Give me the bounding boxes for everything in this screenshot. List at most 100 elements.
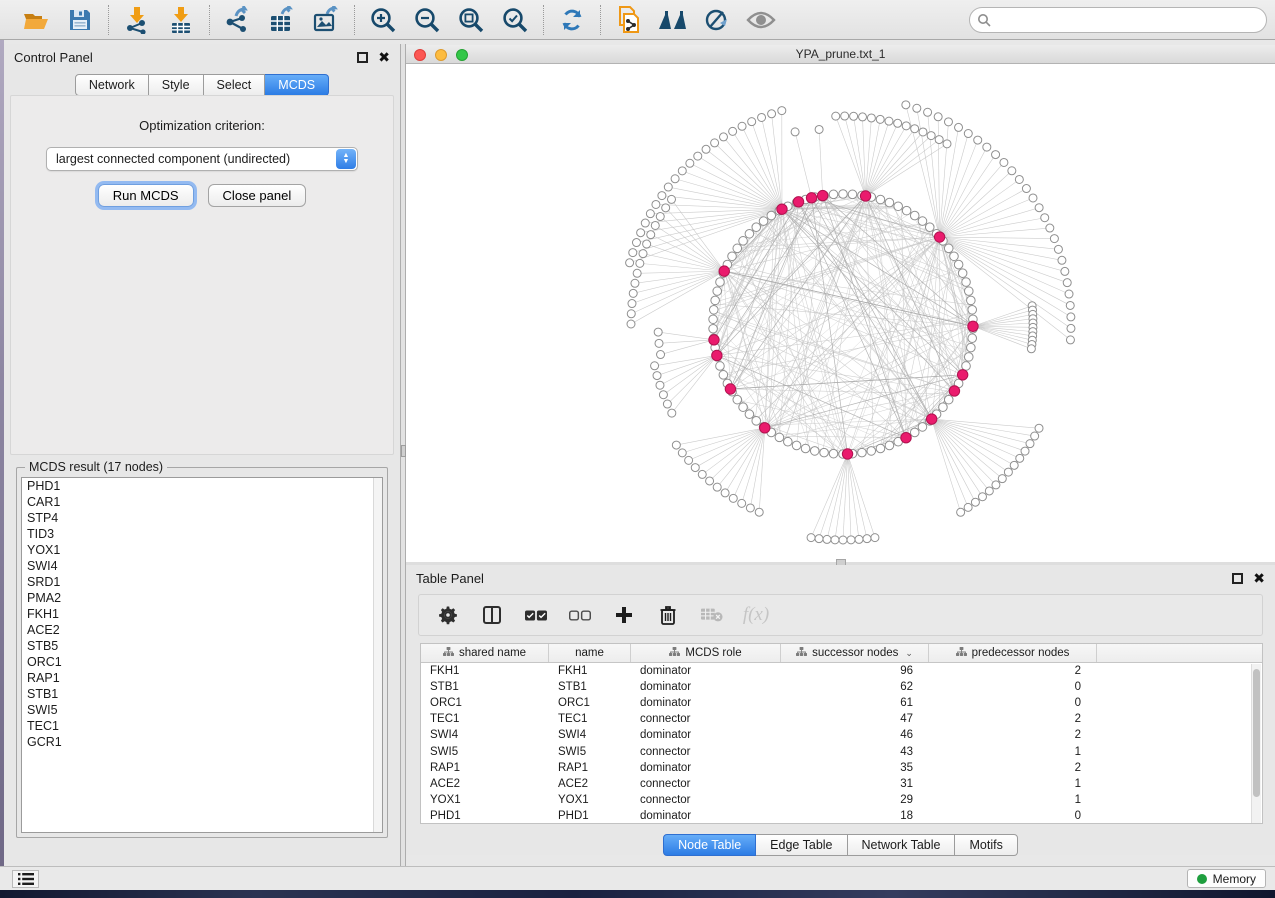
clone-network-icon[interactable] [614,5,644,35]
mcds-result-item[interactable]: TEC1 [22,718,382,734]
add-column-icon[interactable] [613,604,635,626]
mcds-result-item[interactable]: PMA2 [22,590,382,606]
mcds-result-item[interactable]: YOX1 [22,542,382,558]
tab-network-table[interactable]: Network Table [848,834,956,856]
table-row[interactable]: ACE2ACE2connector311 [421,776,1262,792]
mcds-result-item[interactable]: RAP1 [22,670,382,686]
export-table-icon[interactable] [267,5,297,35]
tab-network[interactable]: Network [75,74,149,96]
float-panel-icon[interactable] [1232,573,1243,584]
mcds-result-item[interactable]: STB1 [22,686,382,702]
delete-icon[interactable] [657,604,679,626]
open-file-icon[interactable] [21,5,51,35]
application-window: Control Panel ✖ NetworkStyleSelectMCDS O… [0,0,1275,898]
memory-button[interactable]: Memory [1187,869,1266,888]
column-header-MCDS-role[interactable]: MCDS role [631,644,781,662]
zoom-fit-icon[interactable] [456,5,486,35]
memory-label: Memory [1213,872,1256,886]
cell-shared_name: ORC1 [421,697,549,709]
table-row[interactable]: TEC1TEC1connector472 [421,711,1262,727]
zoom-selected-icon[interactable] [500,5,530,35]
mcds-result-item[interactable]: SWI5 [22,702,382,718]
close-panel-button[interactable]: Close panel [208,184,307,207]
mcds-result-item[interactable]: ACE2 [22,622,382,638]
mcds-result-item[interactable]: GCR1 [22,734,382,750]
column-header-predecessor-nodes[interactable]: predecessor nodes [929,644,1097,662]
table-row[interactable]: RAP1RAP1dominator352 [421,760,1262,776]
mcds-result-item[interactable]: FKH1 [22,606,382,622]
mcds-result-item[interactable]: PHD1 [22,478,382,494]
gear-icon[interactable] [437,604,459,626]
task-history-button[interactable] [12,870,39,888]
search-input[interactable] [969,7,1267,33]
table-scrollbar[interactable] [1251,664,1261,824]
close-panel-icon[interactable]: ✖ [1253,573,1265,584]
tab-edge-table[interactable]: Edge Table [756,834,847,856]
mcds-result-item[interactable]: SRD1 [22,574,382,590]
deselect-checkboxes-icon[interactable] [569,604,591,626]
import-network-icon[interactable] [122,5,152,35]
scrollbar-thumb[interactable] [1253,669,1260,797]
table-row[interactable]: SWI4SWI4dominator462 [421,727,1262,743]
float-panel-icon[interactable] [357,52,368,63]
delete-table-icon[interactable] [701,604,723,626]
mcds-result-item[interactable]: STB5 [22,638,382,654]
cell-mcds_role: connector [631,778,781,790]
mcds-result-item[interactable]: SWI4 [22,558,382,574]
network-view[interactable] [406,64,1275,562]
run-mcds-button[interactable]: Run MCDS [98,184,194,207]
table-row[interactable]: YOX1YOX1connector291 [421,792,1262,808]
select-all-checkboxes-icon[interactable] [525,604,547,626]
close-panel-icon[interactable]: ✖ [378,52,390,63]
zoom-out-icon[interactable] [412,5,442,35]
function-builder-icon[interactable]: f(x) [745,604,767,626]
export-network-icon[interactable] [223,5,253,35]
save-session-icon[interactable] [65,5,95,35]
tab-select[interactable]: Select [204,74,266,96]
list-icon [18,873,34,885]
list-scrollbar[interactable] [373,478,382,832]
cell-successor_nodes: 46 [781,729,929,741]
export-image-icon[interactable] [311,5,341,35]
zoom-in-icon[interactable] [368,5,398,35]
table-row[interactable]: STB1STB1dominator620 [421,679,1262,695]
column-header-shared-name[interactable]: shared name [421,644,549,662]
show-graphics-icon[interactable] [746,5,776,35]
birds-eye-view-icon[interactable] [658,5,688,35]
column-type-icon [443,647,454,660]
column-header-successor-nodes[interactable]: successor nodes⌄ [781,644,929,662]
tab-motifs[interactable]: Motifs [955,834,1017,856]
table-row[interactable]: SWI5SWI5connector431 [421,743,1262,759]
mcds-result-item[interactable]: TID3 [22,526,382,542]
maximize-window-icon[interactable] [456,49,468,61]
import-table-icon[interactable] [166,5,196,35]
cell-successor_nodes: 96 [781,665,929,677]
mcds-result-list[interactable]: PHD1CAR1STP4TID3YOX1SWI4SRD1PMA2FKH1ACE2… [21,477,383,833]
close-window-icon[interactable] [414,49,426,61]
cell-mcds_role: dominator [631,762,781,774]
tab-node-table[interactable]: Node Table [663,834,756,856]
network-graph[interactable] [406,64,1275,562]
mcds-result-title: MCDS result (17 nodes) [25,460,167,474]
optimization-criterion-select[interactable]: largest connected component (undirected)… [46,147,358,171]
cell-name: ACE2 [549,778,631,790]
split-columns-icon[interactable] [481,604,503,626]
refresh-icon[interactable] [557,5,587,35]
mcds-result-item[interactable]: CAR1 [22,494,382,510]
column-header-name[interactable]: name [549,644,631,662]
table-panel-tabs: Node TableEdge TableNetwork TableMotifs [406,834,1275,856]
hide-annotations-icon[interactable] [702,5,732,35]
mcds-result-item[interactable]: ORC1 [22,654,382,670]
tab-mcds[interactable]: MCDS [265,74,329,96]
table-row[interactable]: FKH1FKH1dominator962 [421,663,1262,679]
table-row[interactable]: PHD1PHD1dominator180 [421,808,1262,824]
tab-style[interactable]: Style [149,74,204,96]
table-row[interactable]: ORC1ORC1dominator610 [421,695,1262,711]
desktop-wallpaper-bottom [0,890,1275,898]
mcds-result-item[interactable]: STP4 [22,510,382,526]
cell-mcds_role: connector [631,794,781,806]
node-table[interactable]: shared namenameMCDS rolesuccessor nodes⌄… [420,643,1263,824]
minimize-window-icon[interactable] [435,49,447,61]
table-header-row: shared namenameMCDS rolesuccessor nodes⌄… [421,644,1262,663]
network-window-titlebar[interactable]: YPA_prune.txt_1 [406,45,1275,64]
